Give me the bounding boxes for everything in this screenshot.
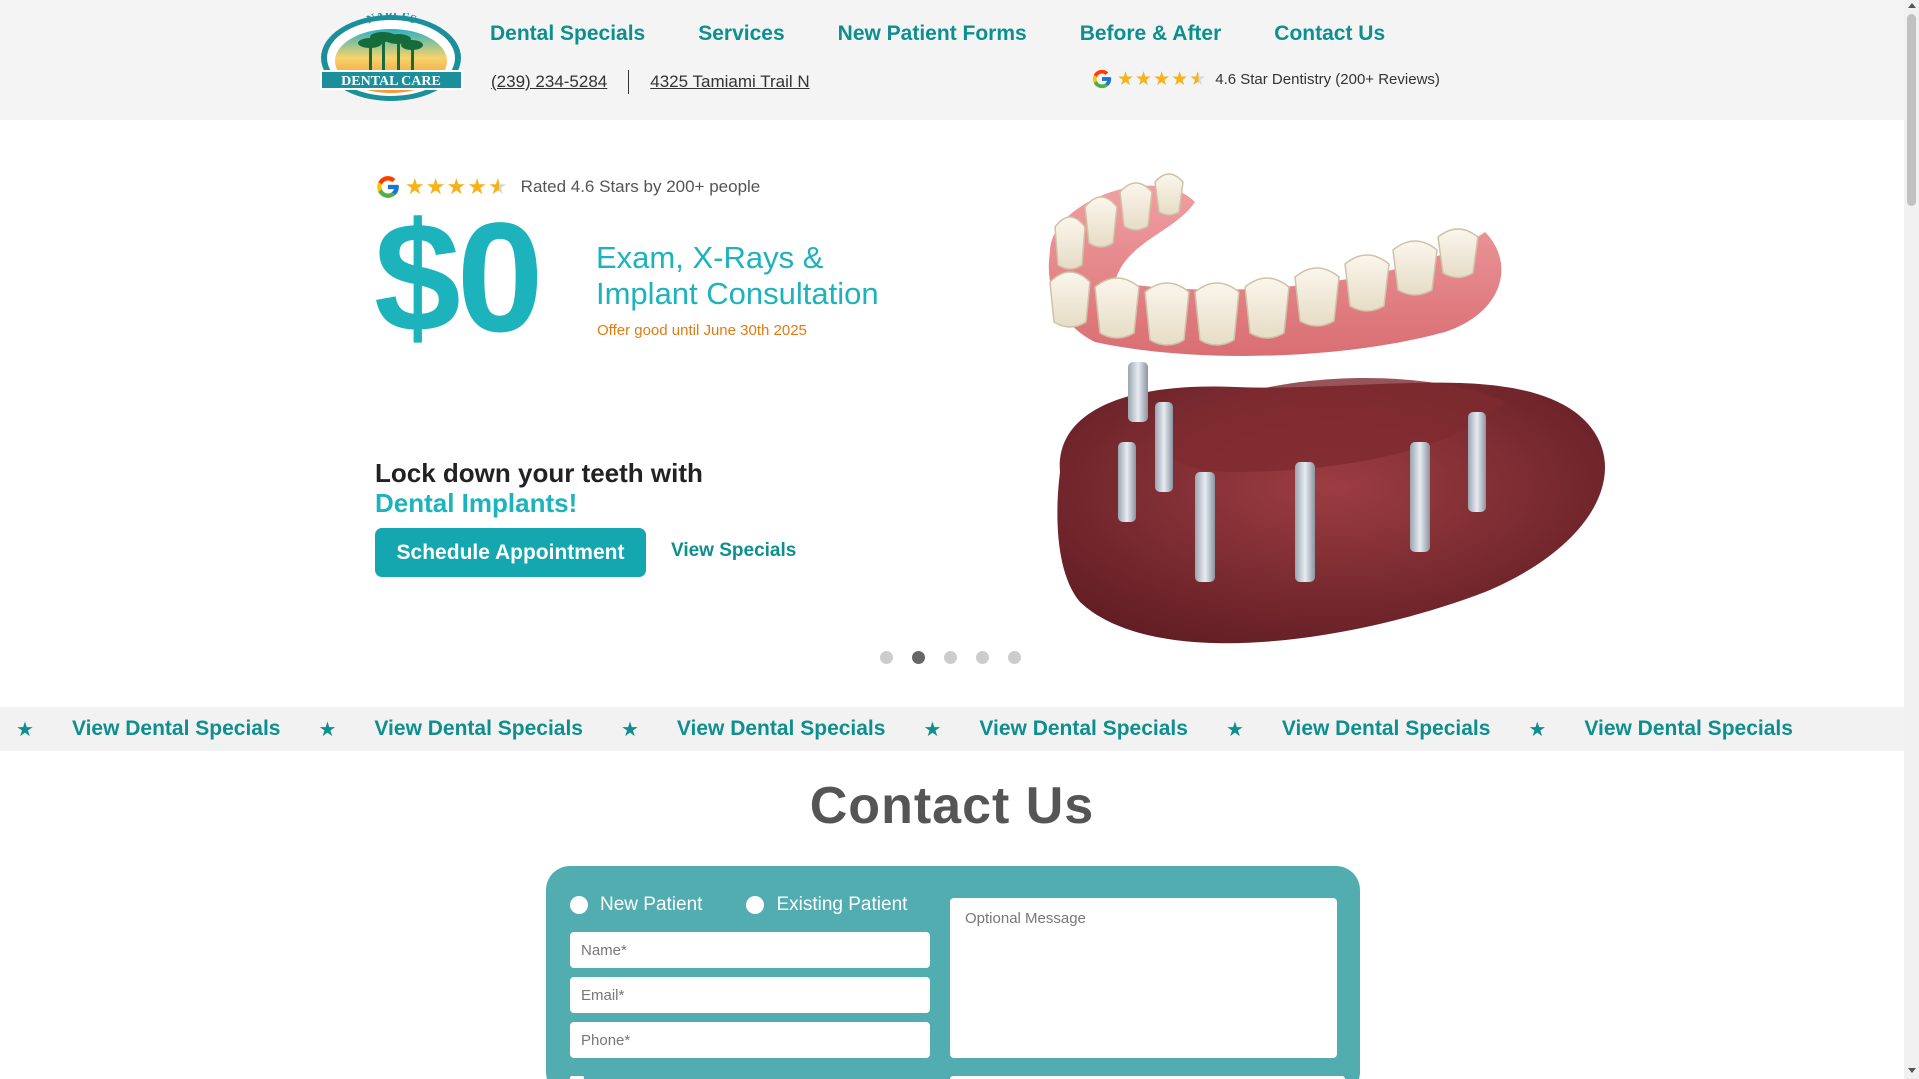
star-icon: ★ [1117, 68, 1135, 90]
view-dental-specials-link[interactable]: View Dental Specials [72, 717, 281, 741]
ticker-item: ★ View Dental Specials [1210, 717, 1512, 742]
specials-ticker: ★ View Dental Specials ★ View Dental Spe… [0, 707, 1904, 751]
nav-before-after[interactable]: Before & After [1080, 22, 1222, 46]
message-field[interactable] [950, 898, 1337, 1058]
header-rating[interactable]: ★ ★ ★ ★ ★ 4.6 Star Dentistry (200+ Revie… [1091, 68, 1440, 90]
scroll-up-arrow-icon[interactable] [1908, 3, 1916, 8]
ticker-item: ★ View Dental Specials [1512, 717, 1814, 742]
view-specials-link[interactable]: View Specials [671, 540, 796, 562]
offer-price: $0 [374, 191, 544, 365]
ticker-item: ★ View Dental Specials [907, 717, 1209, 742]
view-dental-specials-link[interactable]: View Dental Specials [979, 717, 1188, 741]
star-icon: ★ [318, 718, 337, 741]
carousel-dot-5[interactable] [1008, 651, 1021, 664]
star-icon: ★ [1528, 718, 1547, 741]
contact-section-title: Contact Us [809, 777, 1095, 835]
patient-type-radio-group: New Patient Existing Patient [570, 894, 907, 916]
star-icon: ★ [1225, 718, 1244, 741]
nav-dental-specials[interactable]: Dental Specials [490, 22, 645, 46]
star-rating: ★ ★ ★ ★ ★ [1117, 70, 1207, 89]
offer-line-1: Exam, X-Rays & [596, 240, 824, 275]
hero-headline-accent: Dental Implants! [375, 488, 578, 518]
ticker-item: ★ View Dental Specials [0, 717, 302, 742]
hero-headline: Lock down your teeth with [375, 458, 703, 488]
header-contact-info: (239) 234-5284 4325 Tamiami Trail N [491, 70, 810, 94]
scroll-down-arrow-icon[interactable] [1908, 1068, 1916, 1073]
offer-expiry-note: Offer good until June 30th 2025 [597, 322, 807, 339]
scroll-thumb[interactable] [1907, 14, 1916, 206]
rating-text: 4.6 Star Dentistry (200+ Reviews) [1215, 70, 1440, 88]
view-dental-specials-link[interactable]: View Dental Specials [374, 717, 583, 741]
star-icon: ★ [16, 718, 34, 741]
star-icon: ★ [620, 718, 639, 741]
carousel-dot-2[interactable] [912, 651, 925, 664]
view-dental-specials-link[interactable]: View Dental Specials [1584, 717, 1793, 741]
email-field[interactable] [570, 977, 930, 1013]
star-icon: ★ [923, 718, 942, 741]
star-icon: ★ [1153, 68, 1171, 90]
address-link[interactable]: 4325 Tamiami Trail N [650, 72, 809, 92]
offer-line-2: Implant Consultation [596, 276, 879, 311]
carousel-dot-3[interactable] [944, 651, 957, 664]
hero-rating-text: Rated 4.6 Stars by 200+ people [520, 177, 761, 196]
schedule-appointment-button[interactable]: Schedule Appointment [375, 528, 646, 577]
new-patient-label[interactable]: New Patient [600, 894, 702, 916]
existing-patient-radio[interactable] [746, 896, 765, 914]
phone-link[interactable]: (239) 234-5284 [491, 72, 607, 92]
new-patient-radio[interactable] [570, 896, 588, 914]
carousel-dot-4[interactable] [976, 651, 989, 664]
existing-patient-label[interactable]: Existing Patient [776, 894, 907, 916]
star-icon: ★ [1135, 68, 1153, 90]
name-field[interactable] [570, 932, 930, 968]
carousel-dot-1[interactable] [880, 651, 893, 664]
contact-form: New Patient Existing Patient [546, 866, 1360, 1079]
offer-title: Exam, X-Rays & Implant Consultation [596, 240, 996, 312]
naples-dental-care-logo[interactable]: NAPLES DENTAL CARE [319, 13, 464, 103]
nav-services[interactable]: Services [698, 22, 784, 46]
view-dental-specials-link[interactable]: View Dental Specials [1282, 717, 1491, 741]
vertical-scrollbar[interactable] [1904, 0, 1919, 1079]
half-star-icon: ★ [1189, 68, 1207, 90]
star-icon: ★ [1171, 68, 1189, 90]
site-header: NAPLES DENTAL CARE Dental Specials Servi… [0, 0, 1904, 120]
google-icon [1092, 69, 1112, 89]
nav-new-patient-forms[interactable]: New Patient Forms [838, 22, 1027, 46]
ticker-item: ★ View Dental Specials [302, 717, 604, 742]
phone-field[interactable] [570, 1022, 930, 1058]
divider [628, 70, 630, 94]
ticker-item: ★ View Dental Specials [605, 717, 907, 742]
view-dental-specials-link[interactable]: View Dental Specials [677, 717, 886, 741]
svg-text:DENTAL CARE: DENTAL CARE [341, 74, 441, 89]
main-nav: Dental Specials Services New Patient For… [490, 22, 1438, 46]
carousel-dots [880, 651, 1040, 664]
nav-contact-us[interactable]: Contact Us [1274, 22, 1385, 46]
dental-implant-illustration [1048, 173, 1605, 644]
